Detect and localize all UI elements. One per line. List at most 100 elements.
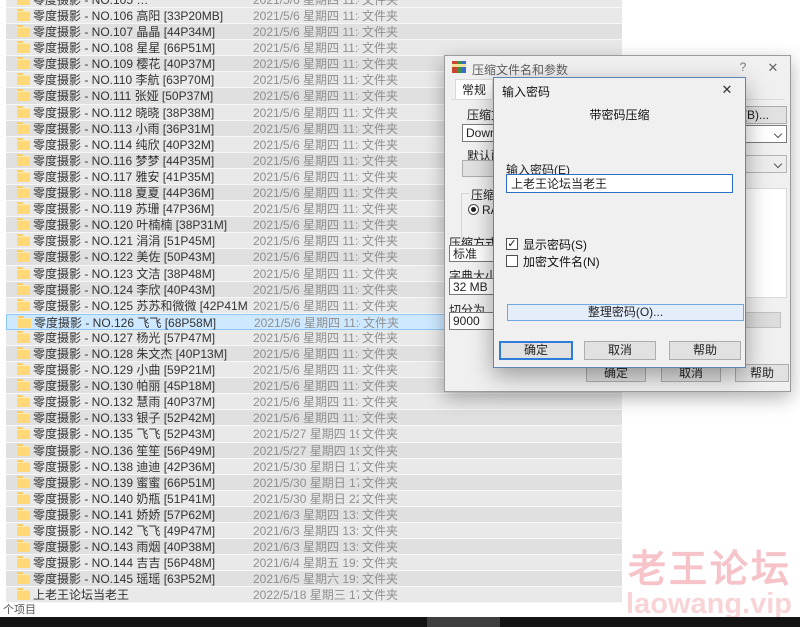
date-modified: 2021/5/6 星期四 11:49 (253, 267, 359, 282)
date-modified: 2021/5/30 星期日 17:... (253, 476, 359, 491)
folder-icon (17, 75, 30, 85)
item-type: 文件夹 (362, 138, 398, 153)
table-row[interactable]: 零度摄影 - NO.142 飞飞 [49P47M] 2021/6/3 星期四 1… (6, 523, 622, 539)
table-row[interactable]: 零度摄影 - NO.144 吉吉 [56P48M] 2021/6/4 星期五 1… (6, 555, 622, 571)
folder-icon (17, 172, 30, 182)
organize-passwords-button[interactable]: 整理密码(O)... (507, 304, 744, 321)
table-row[interactable]: 零度摄影 - NO.107 晶晶 [44P34M] 2021/5/6 星期四 1… (6, 24, 622, 40)
folder-name: 零度摄影 - NO.136 笙笙 [56P49M] (33, 444, 248, 459)
table-row[interactable]: 零度摄影 - NO.132 慧雨 [40P37M] 2021/5/6 星期四 1… (6, 394, 622, 410)
folder-icon (17, 188, 30, 198)
table-row[interactable]: 零度摄影 - NO.108 星星 [66P51M] 2021/5/6 星期四 1… (6, 40, 622, 56)
folder-name: 零度摄影 - NO.127 杨光 [57P47M] (33, 331, 248, 346)
item-type: 文件夹 (362, 170, 398, 185)
table-row[interactable]: 零度摄影 - NO.106 高阳 [33P20MB] 2021/5/6 星期四 … (6, 8, 622, 24)
folder-name: 零度摄影 - NO.126 飞飞 [68P58M] (34, 316, 249, 331)
screen: 零度摄影 - NO.105 … 2021/5/6 星期四 11:49 文件夹 零… (0, 0, 800, 627)
chevron-down-icon (774, 160, 782, 168)
folder-name: 零度摄影 - NO.106 高阳 [33P20MB] (33, 9, 248, 24)
folder-icon (17, 59, 30, 69)
checkbox-icon[interactable]: ✓ (506, 238, 518, 250)
item-type: 文件夹 (362, 572, 398, 587)
folder-icon (17, 526, 30, 536)
close-icon[interactable]: ✕ (764, 59, 782, 76)
folder-name: 零度摄影 - NO.142 飞飞 [49P47M] (33, 524, 248, 539)
table-row[interactable]: 零度摄影 - NO.140 奶瓶 [51P41M] 2021/5/30 星期日 … (6, 491, 622, 507)
date-modified: 2021/5/6 星期四 11:49 (253, 218, 359, 233)
item-type: 文件夹 (362, 73, 398, 88)
folder-icon (17, 285, 30, 295)
folder-name: 零度摄影 - NO.124 李欣 [40P43M] (33, 283, 248, 298)
date-modified: 2021/5/6 星期四 11:49 (253, 411, 359, 426)
password-ok-button[interactable]: 确定 (499, 341, 573, 360)
date-modified: 2021/5/6 星期四 11:49 (253, 347, 359, 362)
tab-general[interactable]: 常规 (455, 79, 493, 100)
folder-name: 零度摄影 - NO.112 晓晓 [38P38M] (33, 106, 248, 121)
folder-name: 零度摄影 - NO.125 苏苏和微微 [42P41M] (33, 299, 248, 314)
table-row[interactable]: 零度摄影 - NO.141 娇娇 [57P62M] 2021/6/3 星期四 1… (6, 507, 622, 523)
taskbar[interactable] (0, 617, 800, 627)
archive-dialog-titlebar[interactable]: 压缩文件名和参数 ? ✕ (445, 56, 790, 79)
folder-icon (17, 108, 30, 118)
table-row[interactable]: 零度摄影 - NO.138 迪迪 [42P36M] 2021/5/30 星期日 … (6, 459, 622, 475)
date-modified: 2021/6/5 星期六 19:06 (253, 572, 359, 587)
date-modified: 2021/5/6 星期四 11:49 (253, 250, 359, 265)
password-input[interactable]: 上老王论坛当老王 (506, 174, 733, 193)
table-row[interactable]: 零度摄影 - NO.145 瑶瑶 [63P52M] 2021/6/5 星期六 1… (6, 571, 622, 587)
item-type: 文件夹 (362, 250, 398, 265)
date-modified: 2021/5/6 星期四 11:49 (253, 170, 359, 185)
folder-name: 零度摄影 - NO.117 雅安 [41P35M] (33, 170, 248, 185)
date-modified: 2021/5/6 星期四 11:49 (253, 25, 359, 40)
table-row[interactable]: 零度摄影 - NO.143 雨烟 [40P38M] 2021/6/3 星期四 1… (6, 539, 622, 555)
archive-dialog-title: 压缩文件名和参数 (472, 61, 568, 78)
item-type: 文件夹 (362, 154, 398, 169)
folder-name: 零度摄影 - NO.130 帕丽 [45P18M] (33, 379, 248, 394)
date-modified: 2021/5/6 星期四 11:49 (253, 57, 359, 72)
rar-radio[interactable] (468, 204, 479, 215)
folder-icon (17, 124, 30, 134)
folder-icon (17, 269, 30, 279)
date-modified: 2021/5/6 星期四 11:49 (253, 299, 359, 314)
item-type: 文件夹 (362, 9, 398, 24)
folder-name: 零度摄影 - NO.111 张娅 [50P37M] (33, 89, 248, 104)
folder-name: 零度摄影 - NO.138 迪迪 [42P36M] (33, 460, 248, 475)
item-type: 文件夹 (362, 492, 398, 507)
date-modified: 2021/5/6 星期四 11:49 (253, 122, 359, 137)
item-type: 文件夹 (362, 395, 398, 410)
date-modified: 2021/5/6 星期四 11:49 (253, 395, 359, 410)
table-row[interactable]: 零度摄影 - NO.139 蜜蜜 [66P51M] 2021/5/30 星期日 … (6, 475, 622, 491)
table-row[interactable]: 零度摄影 - NO.105 … 2021/5/6 星期四 11:49 文件夹 (6, 0, 622, 8)
folder-icon (17, 381, 30, 391)
item-type: 文件夹 (363, 316, 399, 331)
date-modified: 2021/5/6 星期四 11:49 (254, 316, 360, 331)
folder-icon (17, 558, 30, 568)
password-dialog-header: 带密码压缩 (494, 106, 745, 123)
password-help-button[interactable]: 帮助 (669, 341, 741, 360)
folder-icon (17, 574, 30, 584)
table-row[interactable]: 零度摄影 - NO.135 飞飞 [52P43M] 2021/5/27 星期四 … (6, 426, 622, 442)
date-modified: 2021/5/6 星期四 11:49 (253, 363, 359, 378)
close-icon[interactable]: ✕ (717, 81, 737, 98)
date-modified: 2021/5/27 星期四 19:... (253, 427, 359, 442)
folder-name: 零度摄影 - NO.132 慧雨 [40P37M] (33, 395, 248, 410)
date-modified: 2021/5/6 星期四 11:49 (253, 202, 359, 217)
folder-name: 零度摄影 - NO.108 星星 [66P51M] (33, 41, 248, 56)
date-modified: 2021/5/30 星期日 22:... (253, 492, 359, 507)
item-type: 文件夹 (362, 363, 398, 378)
item-type: 文件夹 (362, 186, 398, 201)
folder-name: 零度摄影 - NO.105 … (33, 0, 248, 8)
folder-name: 零度摄影 - NO.110 李航 [63P70M] (33, 73, 248, 88)
table-row[interactable]: 零度摄影 - NO.136 笙笙 [56P49M] 2021/5/27 星期四 … (6, 443, 622, 459)
password-cancel-button[interactable]: 取消 (584, 341, 656, 360)
item-type: 文件夹 (362, 331, 398, 346)
item-type: 文件夹 (362, 218, 398, 233)
folder-name: 零度摄影 - NO.128 朱文杰 [40P13M] (33, 347, 248, 362)
folder-icon (17, 236, 30, 246)
folder-name: 零度摄影 - NO.113 小雨 [36P31M] (33, 122, 248, 137)
table-row[interactable]: 零度摄影 - NO.133 银子 [52P42M] 2021/5/6 星期四 1… (6, 410, 622, 426)
date-modified: 2021/5/6 星期四 11:49 (253, 331, 359, 346)
checkbox-icon[interactable] (506, 255, 518, 267)
dialog-help-icon[interactable]: ? (734, 59, 752, 76)
item-type: 文件夹 (362, 122, 398, 137)
folder-icon (17, 349, 30, 359)
